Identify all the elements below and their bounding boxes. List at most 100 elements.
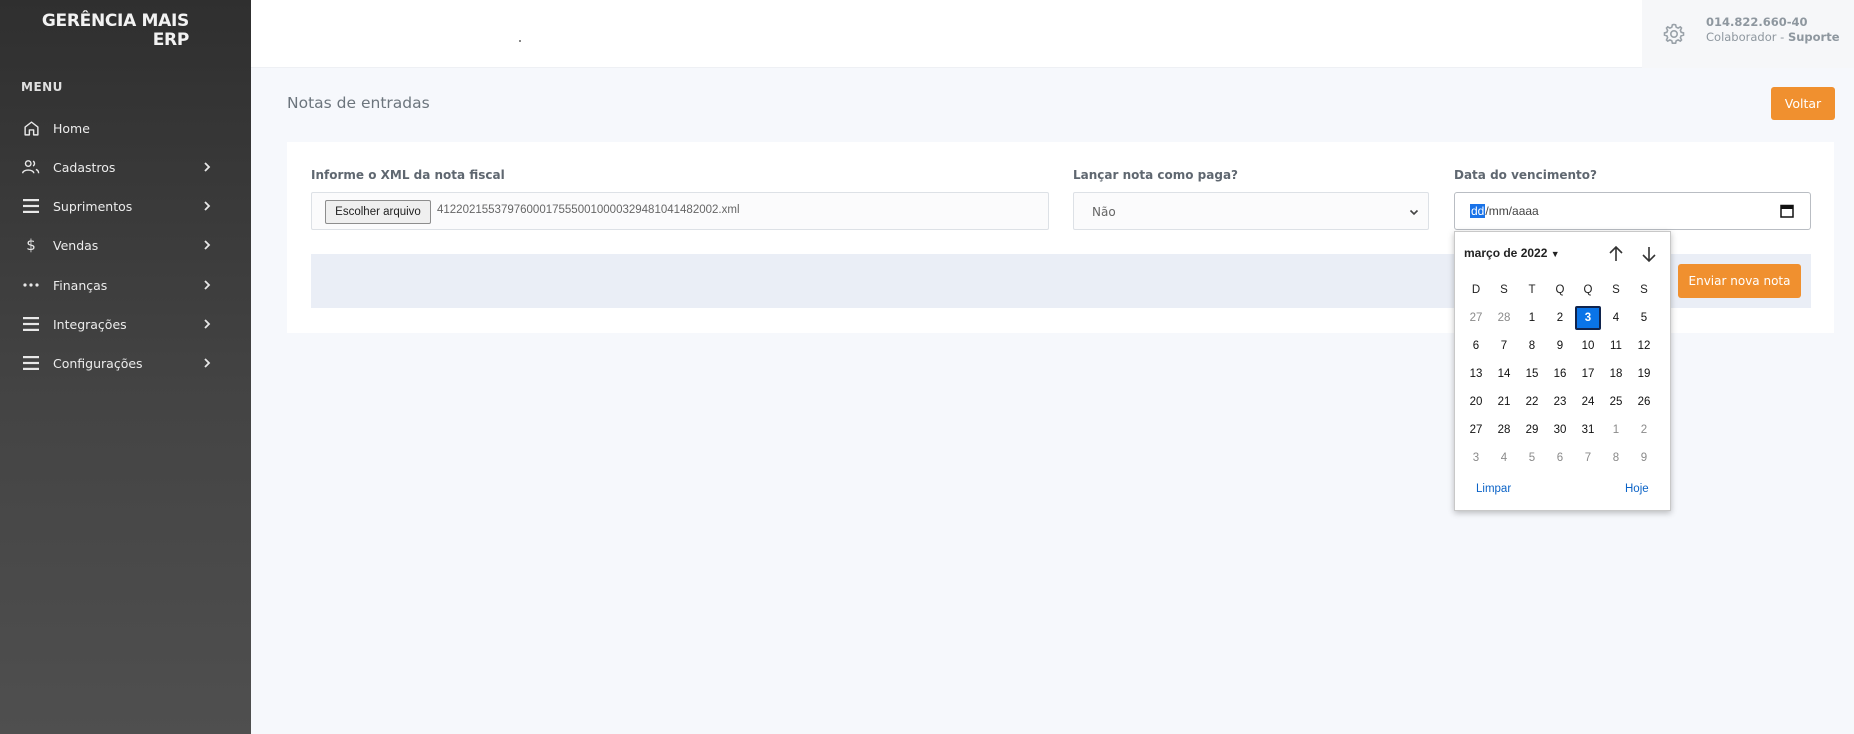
calendar-day[interactable]: 27 — [1463, 418, 1489, 442]
calendar-day[interactable]: 8 — [1603, 446, 1629, 470]
calendar-day[interactable]: 8 — [1519, 334, 1545, 358]
weekday-header: S — [1612, 284, 1620, 296]
calendar-day[interactable]: 4 — [1603, 306, 1629, 330]
menu-title: MENU — [21, 80, 63, 94]
calendar-day[interactable]: 24 — [1575, 390, 1601, 414]
calendar-day[interactable]: 3 — [1463, 446, 1489, 470]
xml-file-input[interactable]: Escolher arquivo 41220215537976000175550… — [311, 192, 1049, 230]
page-title: Notas de entradas — [287, 94, 430, 112]
calendar-day[interactable]: 6 — [1463, 334, 1489, 358]
sidebar-item-integracoes[interactable]: Integrações — [0, 306, 251, 342]
sidebar: GERÊNCIA MAIS ERP MENU Home Cadastros Su… — [0, 0, 251, 734]
calendar-day[interactable]: 10 — [1575, 334, 1601, 358]
calendar-day[interactable]: 5 — [1519, 446, 1545, 470]
calendar-day[interactable]: 1 — [1603, 418, 1629, 442]
calendar-day[interactable]: 25 — [1603, 390, 1629, 414]
paid-select-value: Não — [1092, 205, 1116, 219]
calendar-day[interactable]: 13 — [1463, 362, 1489, 386]
chevron-right-icon — [204, 162, 211, 172]
sidebar-item-label: Finanças — [53, 277, 108, 293]
home-icon — [21, 118, 41, 138]
calendar-day[interactable]: 3 — [1575, 306, 1601, 330]
calendar-day[interactable]: 7 — [1491, 334, 1517, 358]
logo[interactable]: GERÊNCIA MAIS ERP — [0, 12, 240, 50]
calendar-day[interactable]: 20 — [1463, 390, 1489, 414]
calendar-day[interactable]: 29 — [1519, 418, 1545, 442]
user-role-prefix: Colaborador - — [1706, 30, 1788, 44]
dots-icon — [21, 275, 41, 295]
calendar-day[interactable]: 6 — [1547, 446, 1573, 470]
calendar-day[interactable]: 19 — [1631, 362, 1657, 386]
date-picker-popup: março de 2022 ▼ Limpar Hoje D S T Q Q S S 27 28 1… — [1454, 231, 1671, 511]
date-rest-segment: /mm/aaaa — [1485, 204, 1539, 218]
calendar-day[interactable]: 14 — [1491, 362, 1517, 386]
calendar-icon[interactable] — [1780, 204, 1794, 218]
calendar-day[interactable]: 11 — [1603, 334, 1629, 358]
calendar-day[interactable]: 1 — [1519, 306, 1545, 330]
chevron-right-icon — [204, 358, 211, 368]
calendar-day[interactable]: 31 — [1575, 418, 1601, 442]
choose-file-button[interactable]: Escolher arquivo — [325, 200, 431, 224]
sidebar-item-vendas[interactable]: $ Vendas — [0, 227, 251, 263]
calendar-day[interactable]: 28 — [1491, 306, 1517, 330]
logo-line2: ERP — [152, 30, 190, 50]
month-year-selector[interactable]: março de 2022 ▼ — [1464, 246, 1560, 260]
caret-down-icon: ▼ — [1550, 249, 1560, 259]
calendar-day[interactable]: 9 — [1547, 334, 1573, 358]
calendar-day[interactable]: 15 — [1519, 362, 1545, 386]
user-role: Colaborador - Suporte — [1706, 30, 1840, 44]
calendar-day[interactable]: 28 — [1491, 418, 1517, 442]
chevron-right-icon — [204, 280, 211, 290]
month-year-label: março de 2022 — [1464, 246, 1548, 260]
chevron-down-icon — [1409, 209, 1419, 216]
users-icon — [21, 157, 41, 177]
calendar-day[interactable]: 30 — [1547, 418, 1573, 442]
calendar-day[interactable]: 5 — [1631, 306, 1657, 330]
bars-icon — [21, 196, 41, 216]
calendar-day[interactable]: 23 — [1547, 390, 1573, 414]
calendar-day[interactable]: 22 — [1519, 390, 1545, 414]
sidebar-item-label: Home — [53, 120, 90, 136]
weekday-header: S — [1500, 284, 1508, 296]
calendar-day[interactable]: 18 — [1603, 362, 1629, 386]
clear-date-link[interactable]: Limpar — [1476, 483, 1511, 495]
sidebar-item-label: Integrações — [53, 316, 127, 332]
weekday-header: Q — [1555, 284, 1565, 296]
due-date-input[interactable]: dd/mm/aaaa — [1454, 192, 1811, 230]
calendar-day[interactable]: 21 — [1491, 390, 1517, 414]
calendar-day[interactable]: 16 — [1547, 362, 1573, 386]
today-link[interactable]: Hoje — [1625, 483, 1649, 495]
sidebar-item-home[interactable]: Home — [0, 110, 251, 146]
top-bar: 014.822.660-40 Colaborador - Suporte — [251, 0, 1854, 68]
logo-line1: GERÊNCIA MAIS — [41, 11, 189, 31]
calendar-day[interactable]: 26 — [1631, 390, 1657, 414]
user-menu[interactable]: 014.822.660-40 Colaborador - Suporte — [1642, 0, 1854, 68]
calendar-day[interactable]: 12 — [1631, 334, 1657, 358]
sidebar-item-cadastros[interactable]: Cadastros — [0, 149, 251, 185]
arrow-down-icon[interactable] — [1639, 244, 1659, 264]
calendar-day[interactable]: 7 — [1575, 446, 1601, 470]
sidebar-item-configuracoes[interactable]: Configurações — [0, 345, 251, 381]
calendar-day[interactable]: 2 — [1547, 306, 1573, 330]
sidebar-item-label: Configurações — [53, 355, 143, 371]
sidebar-item-financas[interactable]: Finanças — [0, 267, 251, 303]
sidebar-item-suprimentos[interactable]: Suprimentos — [0, 188, 251, 224]
calendar-day[interactable]: 4 — [1491, 446, 1517, 470]
chevron-right-icon — [204, 201, 211, 211]
calendar-day[interactable]: 9 — [1631, 446, 1657, 470]
chevron-right-icon — [204, 240, 211, 250]
back-button[interactable]: Voltar — [1771, 87, 1835, 120]
calendar-day[interactable]: 17 — [1575, 362, 1601, 386]
user-id: 014.822.660-40 — [1706, 15, 1808, 29]
calendar-day[interactable]: 2 — [1631, 418, 1657, 442]
due-date-text: dd/mm/aaaa — [1470, 204, 1539, 218]
sidebar-item-label: Suprimentos — [53, 198, 133, 214]
gear-icon[interactable] — [1662, 22, 1686, 46]
paid-select[interactable]: Não — [1073, 192, 1429, 230]
chevron-right-icon — [204, 319, 211, 329]
weekday-header: Q — [1583, 284, 1593, 296]
send-note-button[interactable]: Enviar nova nota — [1678, 264, 1801, 298]
arrow-up-icon[interactable] — [1606, 244, 1626, 264]
calendar-day[interactable]: 27 — [1463, 306, 1489, 330]
bars-icon — [21, 314, 41, 334]
